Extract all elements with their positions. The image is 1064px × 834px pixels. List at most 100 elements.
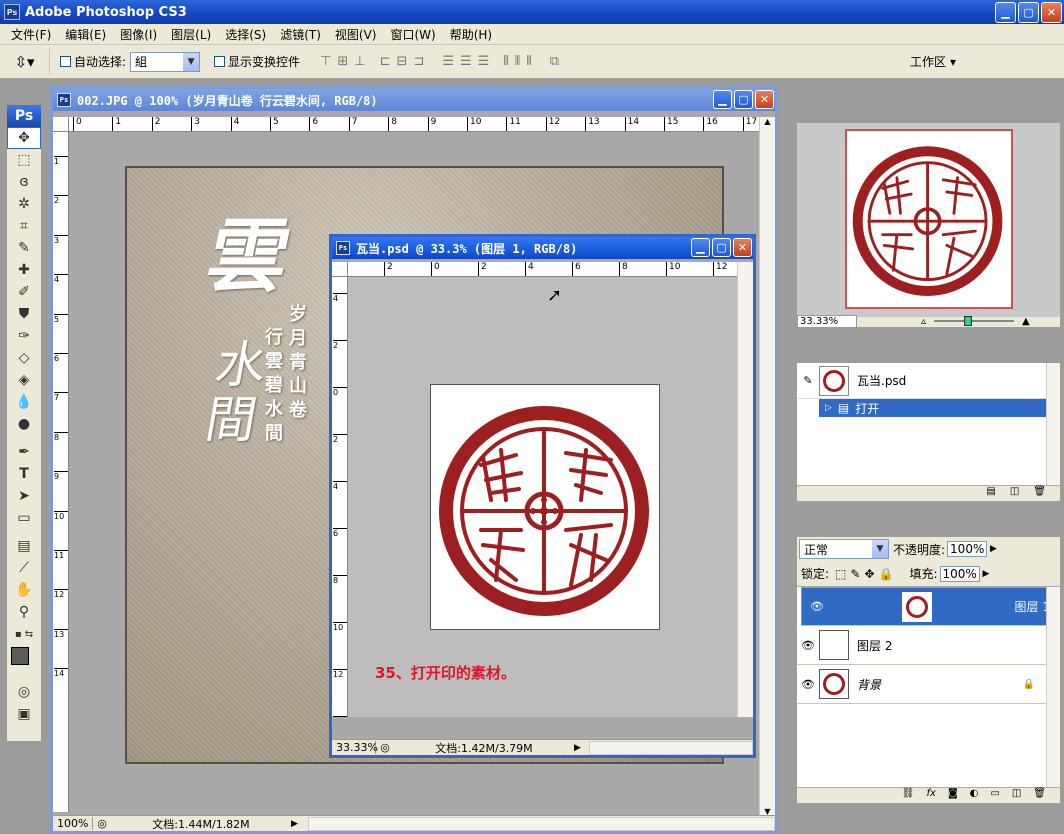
move-tool-preset-icon[interactable]: ⇳▾ <box>0 48 50 75</box>
dodge-tool-icon[interactable]: ● <box>7 413 41 435</box>
horizontal-scrollbar[interactable] <box>307 816 775 831</box>
show-transform-checkbox[interactable] <box>214 56 226 67</box>
lasso-tool-icon[interactable]: ɞ <box>7 171 41 193</box>
doc-close-button[interactable]: ✕ <box>733 238 752 257</box>
menu-help[interactable]: 帮助(H) <box>443 26 499 43</box>
zoom-value[interactable]: 100% <box>53 817 93 830</box>
new-snapshot-icon[interactable]: ◫ <box>1010 486 1019 501</box>
zoom-tool-icon[interactable]: ⚲ <box>7 601 41 623</box>
opacity-input[interactable]: 100% <box>947 541 988 557</box>
align-vcenter-icon[interactable]: ⊞ <box>337 54 348 69</box>
layer-style-icon[interactable]: fx <box>927 788 936 803</box>
menu-layer[interactable]: 图层(L) <box>164 26 218 43</box>
distribute-hcenter-icon[interactable]: ⫴ <box>515 54 520 69</box>
lock-transparency-icon[interactable]: ⬚ <box>835 567 846 581</box>
eye-icon[interactable]: 👁 <box>797 678 819 691</box>
marquee-tool-icon[interactable]: ⬚ <box>7 149 41 171</box>
type-tool-icon[interactable]: T <box>7 463 41 485</box>
quick-mask-icon[interactable]: ◎ <box>7 681 41 703</box>
slice-tool-icon[interactable]: ✎ <box>7 237 41 259</box>
navigator-preview[interactable] <box>797 123 1060 317</box>
status-menu-arrow-icon[interactable]: ▶ <box>291 819 298 829</box>
history-item[interactable]: ▷ ▤ 打开 <box>819 399 1060 417</box>
document-titlebar[interactable]: Ps 002.JPG @ 100% (岁月青山卷 行云碧水间, RGB/8) <box>53 89 775 111</box>
auto-align-icon[interactable]: ⧉ <box>550 54 559 69</box>
screen-mode-icon[interactable]: ▣ <box>7 703 41 725</box>
clone-stamp-tool-icon[interactable]: ⛊ <box>7 303 41 325</box>
doc-maximize-button[interactable]: ▢ <box>734 90 753 109</box>
blend-mode-dropdown[interactable]: 正常 ▼ <box>799 539 889 559</box>
align-bottom-icon[interactable]: ⊥ <box>354 54 365 69</box>
foreground-color[interactable] <box>11 647 29 665</box>
distribute-bottom-icon[interactable]: ☰ <box>478 54 490 69</box>
eye-icon[interactable]: 👁 <box>797 639 819 652</box>
crop-tool-icon[interactable]: ⌗ <box>7 215 41 237</box>
new-document-from-state-icon[interactable]: ▤ <box>986 486 995 501</box>
vertical-scrollbar[interactable]: ▲ ▼ <box>759 117 775 821</box>
menu-file[interactable]: 文件(F) <box>4 26 58 43</box>
layer-row[interactable]: 👁 图层 1 <box>801 587 1051 626</box>
delete-state-icon[interactable]: 🗑 <box>1033 486 1046 501</box>
navigator-zoom[interactable]: 33.33% <box>797 314 857 328</box>
lock-position-icon[interactable]: ✥ <box>864 567 874 581</box>
opacity-arrow-icon[interactable]: ▶ <box>990 544 997 554</box>
hand-tool-icon[interactable]: ✋ <box>7 579 41 601</box>
fill-arrow-icon[interactable]: ▶ <box>983 569 990 579</box>
history-snapshot[interactable]: ✎ 瓦当.psd <box>797 363 1060 399</box>
history-scrollbar[interactable] <box>1046 363 1060 485</box>
align-top-icon[interactable]: ⊤ <box>320 54 331 69</box>
new-layer-icon[interactable]: ◫ <box>1012 788 1021 803</box>
distribute-vcenter-icon[interactable]: ☰ <box>460 54 472 69</box>
adjustment-layer-icon[interactable]: ◐ <box>970 788 979 803</box>
workspace-button[interactable]: 工作区 ▾ <box>910 53 956 70</box>
align-left-icon[interactable]: ⊏ <box>380 54 391 69</box>
align-hcenter-icon[interactable]: ⊟ <box>397 54 408 69</box>
path-selection-tool-icon[interactable]: ➤ <box>7 485 41 507</box>
menu-filter[interactable]: 滤镜(T) <box>273 26 328 43</box>
horizontal-scrollbar[interactable] <box>588 740 753 755</box>
doc-minimize-button[interactable]: ▁ <box>691 238 710 257</box>
document-titlebar[interactable]: Ps 瓦当.psd @ 33.3% (图层 1, RGB/8) <box>332 237 753 259</box>
fill-input[interactable]: 100% <box>939 565 980 582</box>
lock-all-icon[interactable]: 🔒 <box>879 567 894 581</box>
menu-view[interactable]: 视图(V) <box>328 26 384 43</box>
color-swatches[interactable] <box>7 645 41 681</box>
brush-tool-icon[interactable]: ✐ <box>7 281 41 303</box>
scroll-up-icon[interactable]: ▲ <box>760 117 775 131</box>
distribute-left-icon[interactable]: ⫴ <box>503 54 508 69</box>
move-tool-icon[interactable]: ✥ <box>7 127 41 149</box>
paint-bucket-tool-icon[interactable]: ◈ <box>7 369 41 391</box>
eraser-tool-icon[interactable]: ◇ <box>7 347 41 369</box>
delete-layer-icon[interactable]: 🗑 <box>1033 788 1046 803</box>
menu-image[interactable]: 图像(I) <box>113 26 164 43</box>
layer-row[interactable]: 👁 图层 2 <box>797 626 1047 665</box>
menu-window[interactable]: 窗口(W) <box>383 26 442 43</box>
distribute-right-icon[interactable]: ⫴ <box>526 54 531 69</box>
doc-close-button[interactable]: ✕ <box>755 90 774 109</box>
status-menu-arrow-icon[interactable]: ▶ <box>574 743 581 753</box>
maximize-button[interactable]: ▢ <box>1018 2 1039 23</box>
align-right-icon[interactable]: ⊐ <box>413 54 424 69</box>
blur-tool-icon[interactable]: 💧 <box>7 391 41 413</box>
history-brush-source-icon[interactable]: ✎ <box>797 374 819 387</box>
canvas-area[interactable]: 35、打开印的素材。 ➚ <box>348 277 740 717</box>
layer-row[interactable]: 👁 背景 🔒 <box>797 665 1047 704</box>
pen-tool-icon[interactable]: ✒ <box>7 441 41 463</box>
vertical-scrollbar[interactable] <box>737 262 753 717</box>
notes-tool-icon[interactable]: ▤ <box>7 535 41 557</box>
distribute-top-icon[interactable]: ☰ <box>442 54 454 69</box>
minimize-button[interactable]: ▁ <box>995 2 1016 23</box>
swap-colors-icon[interactable]: ▪ ⇆ <box>7 623 41 645</box>
status-info-icon[interactable]: ◎ <box>376 741 394 754</box>
zoom-slider[interactable] <box>934 316 1015 326</box>
auto-select-checkbox[interactable] <box>60 56 71 67</box>
menu-edit[interactable]: 编辑(E) <box>58 26 113 43</box>
close-button[interactable]: ✕ <box>1041 2 1062 23</box>
doc-maximize-button[interactable]: ▢ <box>712 238 731 257</box>
menu-select[interactable]: 选择(S) <box>218 26 273 43</box>
healing-brush-tool-icon[interactable]: ✚ <box>7 259 41 281</box>
status-info-icon[interactable]: ◎ <box>93 817 111 830</box>
zoom-in-icon[interactable]: ▲ <box>1022 316 1030 327</box>
link-layers-icon[interactable]: ⛓ <box>902 788 915 803</box>
document-window-wadang[interactable]: Ps 瓦当.psd @ 33.3% (图层 1, RGB/8) ▁ ▢ ✕ 2 0… <box>329 234 756 758</box>
